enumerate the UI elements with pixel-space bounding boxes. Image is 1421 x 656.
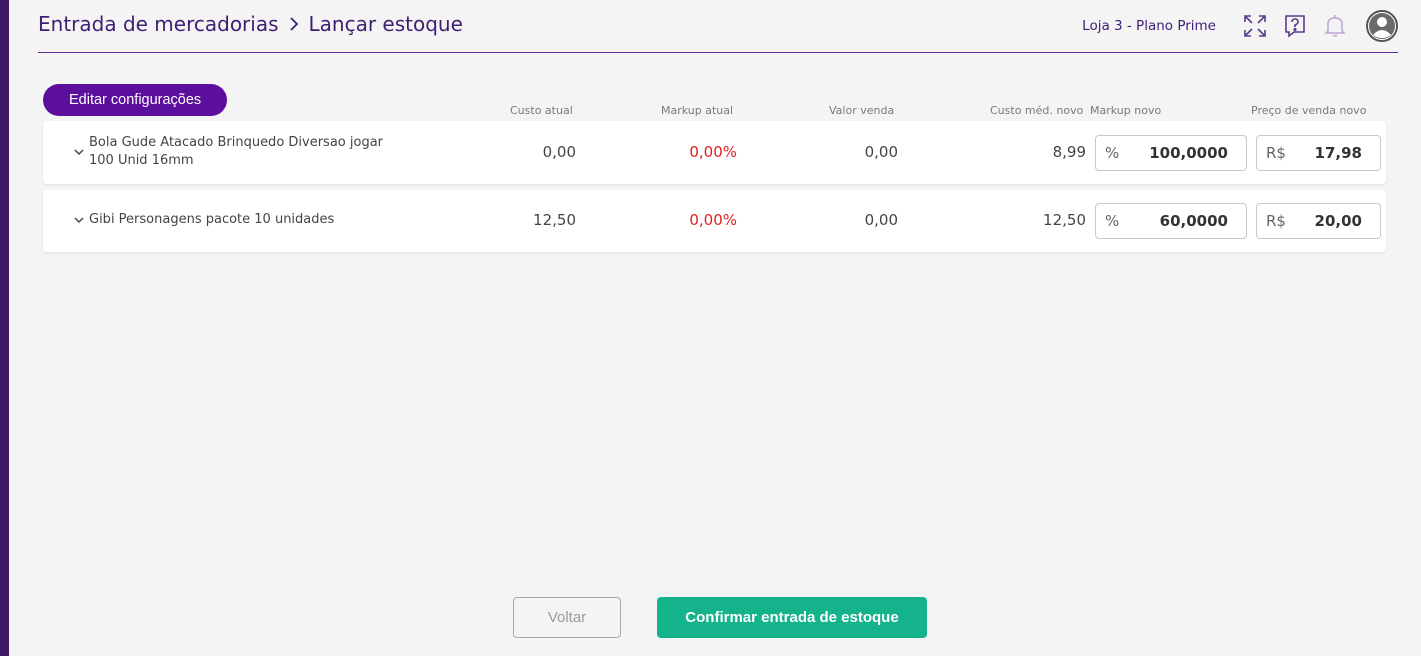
col-header-preco-venda-novo: Preço de venda novo [1251,104,1367,117]
page-header: Entrada de mercadorias Lançar estoque Lo… [38,0,1398,53]
currency-prefix: R$ [1266,212,1286,230]
currency-prefix: R$ [1266,144,1286,162]
col-header-markup-atual: Markup atual [661,104,734,117]
col-header-custo-atual: Custo atual [510,104,573,117]
percent-prefix: % [1105,212,1120,230]
product-name-line2: 100 Unid 16mm [89,153,194,168]
custo-atual-value: 0,00 [542,143,576,161]
col-header-valor-venda: Valor venda [829,104,895,117]
breadcrumb: Entrada de mercadorias Lançar estoque [38,12,463,36]
preco-venda-novo-input[interactable]: R$ 17,98 [1256,135,1381,171]
chevron-down-icon[interactable] [73,146,85,158]
markup-atual-value: 0,00% [689,211,737,229]
store-label: Loja 3 - Plano Prime [1082,18,1216,34]
confirm-stock-entry-button[interactable]: Confirmar entrada de estoque [657,597,927,638]
breadcrumb-separator-icon [289,12,299,36]
chevron-down-icon[interactable] [73,214,85,226]
preco-venda-novo-value: 17,98 [1314,144,1362,162]
valor-venda-value: 0,00 [864,143,898,161]
custo-med-novo-value: 12,50 [1043,211,1086,229]
breadcrumb-parent[interactable]: Entrada de mercadorias [38,12,279,36]
expand-icon[interactable] [1242,13,1268,39]
help-chat-icon[interactable] [1282,13,1308,39]
markup-novo-input[interactable]: % 60,0000 [1095,203,1247,239]
markup-novo-value: 60,0000 [1159,212,1228,230]
col-header-custo-med-novo: Custo méd. novo [990,104,1084,117]
main-content: Entrada de mercadorias Lançar estoque Lo… [9,0,1421,656]
product-row: Bola Gude Atacado Brinquedo Diversao jog… [43,121,1386,184]
back-button[interactable]: Voltar [513,597,621,638]
breadcrumb-current: Lançar estoque [308,12,463,36]
product-row: Gibi Personagens pacote 10 unidades 12,5… [43,190,1386,252]
product-name: Bola Gude Atacado Brinquedo Diversao jog… [89,134,383,170]
bell-icon[interactable] [1322,13,1348,39]
custo-med-novo-value: 8,99 [1052,143,1086,161]
product-name-line1: Gibi Personagens pacote 10 unidades [89,212,335,227]
col-header-markup-novo: Markup novo [1090,104,1162,117]
markup-novo-value: 100,0000 [1149,144,1228,162]
preco-venda-novo-input[interactable]: R$ 20,00 [1256,203,1381,239]
percent-prefix: % [1105,144,1120,162]
left-sidebar-strip [0,0,9,656]
markup-atual-value: 0,00% [689,143,737,161]
custo-atual-value: 12,50 [533,211,576,229]
edit-settings-button[interactable]: Editar configurações [43,84,228,116]
preco-venda-novo-value: 20,00 [1314,212,1362,230]
markup-novo-input[interactable]: % 100,0000 [1095,135,1247,171]
user-avatar-icon[interactable] [1366,10,1398,42]
product-name: Gibi Personagens pacote 10 unidades [89,211,334,229]
header-actions: Loja 3 - Plano Prime [1082,10,1398,42]
valor-venda-value: 0,00 [864,211,898,229]
product-name-line1: Bola Gude Atacado Brinquedo Diversao jog… [89,135,384,150]
